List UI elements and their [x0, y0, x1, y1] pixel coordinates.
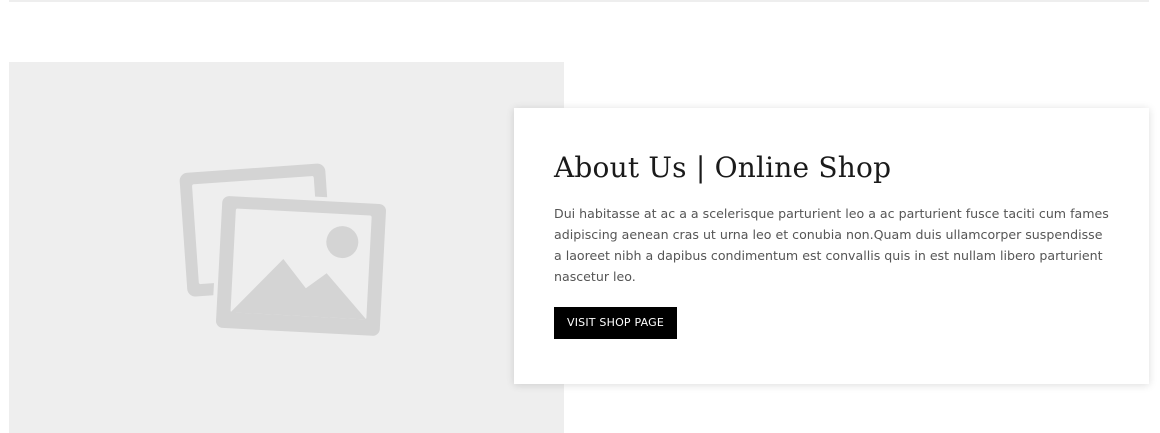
visit-shop-button[interactable]: VISIT SHOP PAGE	[554, 307, 677, 339]
image-panel	[9, 62, 564, 433]
about-description: Dui habitasse at ac a a scelerisque part…	[554, 206, 1109, 284]
about-card: About Us | Online Shop Dui habitasse at …	[514, 108, 1149, 384]
top-divider	[9, 0, 1149, 2]
about-section: About Us | Online Shop Dui habitasse at …	[0, 0, 1160, 433]
image-placeholder-icon	[179, 163, 391, 340]
about-title: About Us | Online Shop	[554, 151, 892, 184]
